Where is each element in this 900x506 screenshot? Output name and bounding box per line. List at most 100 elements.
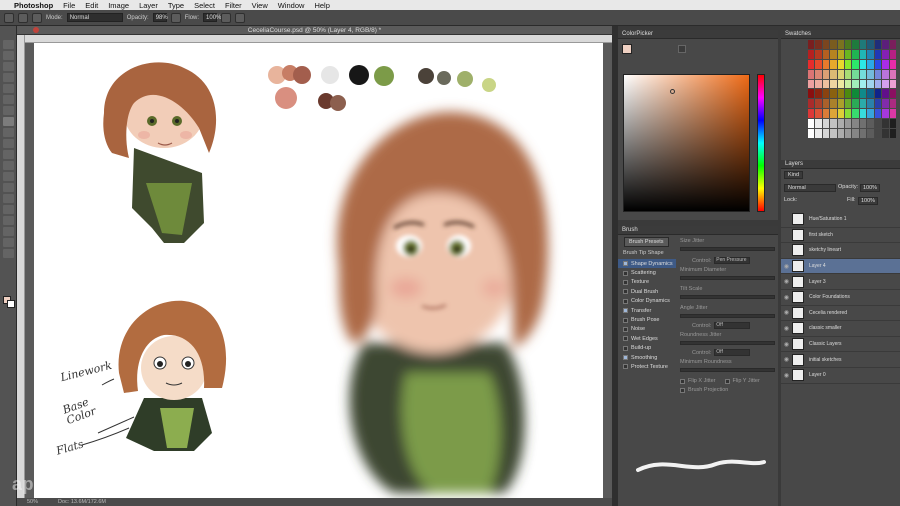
brush-option-checkbox[interactable]	[623, 364, 628, 370]
brush-option-item[interactable]: Texture	[618, 278, 676, 287]
swatch-cell[interactable]	[867, 89, 874, 99]
swatch-cell[interactable]	[808, 49, 815, 59]
pressure-size-icon[interactable]	[235, 12, 246, 23]
swatch-cell[interactable]	[852, 40, 859, 49]
swatch-cell[interactable]	[859, 109, 867, 119]
swatches-tab[interactable]: Swatches	[781, 30, 900, 39]
swatch-cell[interactable]	[822, 79, 830, 89]
eyedropper-tool-icon[interactable]	[3, 95, 14, 104]
history-brush-tool-icon[interactable]	[3, 139, 14, 148]
swatch-cell[interactable]	[882, 49, 889, 59]
swatch-cell[interactable]	[889, 89, 896, 99]
brush-option-item[interactable]: Build-up	[618, 344, 676, 353]
swatch-cell[interactable]	[859, 99, 867, 109]
menu-select[interactable]: Select	[194, 1, 215, 10]
swatch-cell[interactable]	[867, 59, 874, 69]
swatch-cell[interactable]	[830, 49, 837, 59]
flip-x-checkbox[interactable]	[680, 378, 685, 384]
swatch-cell[interactable]	[815, 40, 822, 49]
swatch-cell[interactable]	[815, 49, 822, 59]
eye-icon[interactable]: ◉	[781, 356, 792, 363]
eye-icon[interactable]: ◉	[781, 278, 792, 285]
swatch-cell[interactable]	[837, 40, 845, 49]
app-name-menu[interactable]: Photoshop	[14, 1, 53, 10]
flow-field[interactable]: 100%	[203, 13, 221, 22]
swatch-cell[interactable]	[837, 99, 845, 109]
swatch-cell[interactable]	[837, 49, 845, 59]
eraser-tool-icon[interactable]	[3, 150, 14, 159]
roundness-jitter-slider[interactable]	[680, 341, 775, 345]
gradient-tool-icon[interactable]	[3, 161, 14, 170]
swatch-cell[interactable]	[882, 89, 889, 99]
swatch-cell[interactable]	[867, 79, 874, 89]
blur-tool-icon[interactable]	[3, 172, 14, 181]
filter-kind-select[interactable]: Kind	[784, 171, 804, 179]
swatch-cell[interactable]	[882, 109, 889, 119]
swatch-cell[interactable]	[882, 129, 889, 138]
layers-tab[interactable]: Layers	[781, 160, 900, 169]
swatch-cell[interactable]	[837, 109, 845, 119]
layer-row[interactable]: ◉ Color Foundations	[781, 290, 900, 306]
swatch-cell[interactable]	[852, 59, 859, 69]
swatch-cell[interactable]	[882, 119, 889, 129]
settings-icon[interactable]	[758, 45, 766, 53]
swatch-cell[interactable]	[859, 119, 867, 129]
swatch-cell[interactable]	[845, 40, 852, 49]
swatch-cell[interactable]	[808, 40, 815, 49]
swatch-cell[interactable]	[837, 59, 845, 69]
swatch-cell[interactable]	[845, 129, 852, 138]
swatch-cell[interactable]	[852, 119, 859, 129]
menu-help[interactable]: Help	[314, 1, 329, 10]
brush-option-item[interactable]: Dual Brush	[618, 287, 676, 296]
menu-file[interactable]: File	[63, 1, 75, 10]
healing-tool-icon[interactable]	[3, 106, 14, 115]
brush-option-item[interactable]: Shape Dynamics	[618, 259, 676, 269]
swatch-cell[interactable]	[874, 109, 882, 119]
eye-icon[interactable]: ◉	[781, 294, 792, 301]
brush-option-checkbox[interactable]	[623, 317, 628, 323]
background-color-swatch[interactable]	[7, 300, 15, 308]
document-tab[interactable]: CeceliaCourse.psd @ 50% (Layer 4, RGB/8)…	[17, 26, 612, 35]
swatch-cell[interactable]	[867, 109, 874, 119]
horizontal-ruler[interactable]	[25, 35, 612, 43]
blend-mode-select[interactable]: Normal	[784, 184, 836, 192]
swatch-cell[interactable]	[808, 119, 815, 129]
close-icon[interactable]	[33, 27, 39, 33]
swatch-cell[interactable]	[889, 109, 896, 119]
swatch-cell[interactable]	[830, 59, 837, 69]
swatch-cell[interactable]	[837, 129, 845, 138]
swatch-cell[interactable]	[837, 69, 845, 79]
brush-option-item[interactable]: Noise	[618, 325, 676, 334]
layer-opacity-field[interactable]: 100%	[860, 184, 881, 192]
swatch-cell[interactable]	[889, 119, 896, 129]
layer-row[interactable]: Hue/Saturation 1	[781, 212, 900, 228]
brush-option-checkbox[interactable]	[623, 289, 628, 295]
pen-tool-icon[interactable]	[3, 194, 14, 203]
swatch-cell[interactable]	[852, 129, 859, 138]
layer-row[interactable]: ◉ Layer 4	[781, 258, 900, 275]
stamp-tool-icon[interactable]	[3, 128, 14, 137]
brush-option-item[interactable]: Scattering	[618, 268, 676, 277]
swatch-cell[interactable]	[822, 49, 830, 59]
brush-size-icon[interactable]	[18, 12, 28, 23]
pressure-opacity-icon[interactable]	[170, 12, 181, 23]
swatch-cell[interactable]	[867, 40, 874, 49]
swatch-cell[interactable]	[830, 79, 837, 89]
swatch-cell[interactable]	[815, 59, 822, 69]
layer-row[interactable]: sketchy lineart	[781, 243, 900, 259]
swatch-cell[interactable]	[822, 59, 830, 69]
menu-image[interactable]: Image	[108, 1, 129, 10]
menu-type[interactable]: Type	[168, 1, 184, 10]
swatch-cell[interactable]	[852, 89, 859, 99]
swatch-cell[interactable]	[837, 79, 845, 89]
swatch-cell[interactable]	[859, 40, 867, 49]
swatch-cell[interactable]	[874, 69, 882, 79]
brush-option-checkbox[interactable]	[623, 355, 628, 361]
angle-jitter-slider[interactable]	[680, 314, 775, 318]
swatch-cell[interactable]	[874, 119, 882, 129]
brush-option-checkbox[interactable]	[623, 345, 628, 351]
swatch-cell[interactable]	[882, 79, 889, 89]
swatch-cell[interactable]	[822, 89, 830, 99]
swatch-cell[interactable]	[874, 89, 882, 99]
swatch-cell[interactable]	[845, 109, 852, 119]
